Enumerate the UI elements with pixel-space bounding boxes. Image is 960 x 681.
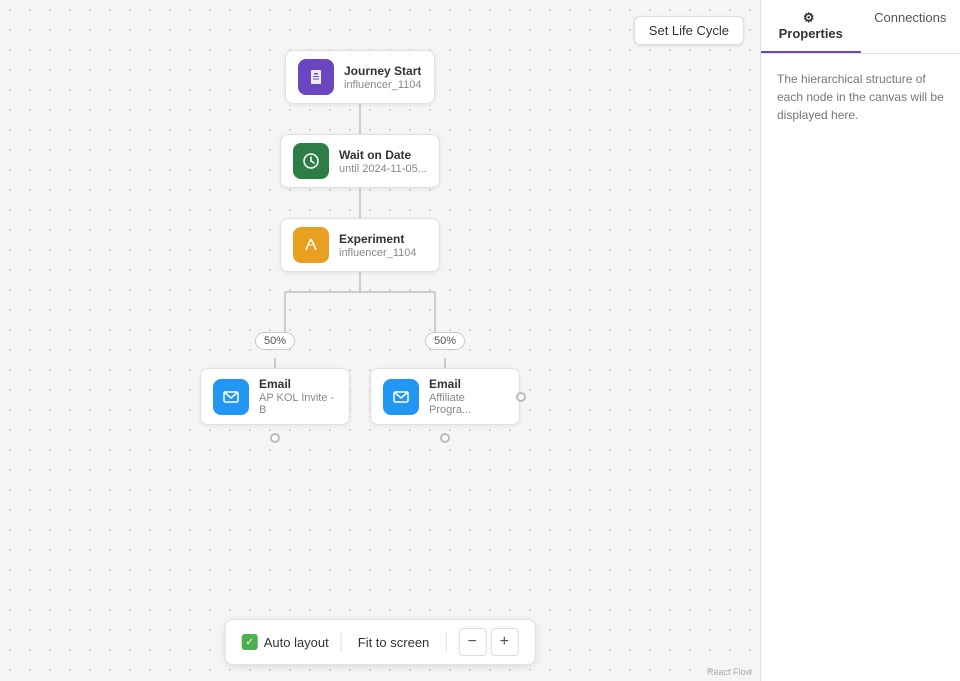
email-left-subtitle: AP KOL Invite - B (259, 392, 337, 416)
right-branch: 50% Email Affiliate Progra... (370, 332, 520, 443)
branch-section: 50% Email AP KOL Invite - B (200, 272, 520, 443)
journey-start-text: Journey Start influencer_1104 (344, 64, 421, 91)
journey-start-icon (298, 59, 334, 95)
journey-start-node[interactable]: Journey Start influencer_1104 (285, 50, 435, 104)
auto-layout-control: ✓ Auto layout (242, 634, 329, 650)
zoom-in-button[interactable]: + (490, 628, 518, 656)
journey-start-title: Journey Start (344, 64, 421, 78)
email-left-node[interactable]: Email AP KOL Invite - B (200, 368, 350, 425)
experiment-node[interactable]: Experiment influencer_1104 (280, 218, 440, 272)
right-percent-badge: 50% (425, 332, 465, 350)
connector-2 (359, 188, 361, 218)
top-toolbar: Set Life Cycle (634, 16, 744, 45)
email-left-title: Email (259, 377, 337, 391)
email-right-node[interactable]: Email Affiliate Progra... (370, 368, 520, 425)
tab-properties[interactable]: ⚙ Properties (761, 0, 861, 53)
wait-on-date-node[interactable]: Wait on Date until 2024-11-05... (280, 134, 440, 188)
fit-screen-button[interactable]: Fit to screen (354, 633, 434, 652)
panel-content: The hierarchical structure of each node … (761, 54, 960, 140)
set-lifecycle-button[interactable]: Set Life Cycle (634, 16, 744, 45)
properties-icon: ⚙ (803, 10, 815, 26)
left-endpoint (270, 433, 280, 443)
bottom-toolbar: ✓ Auto layout Fit to screen − + (225, 619, 536, 665)
email-left-icon (213, 379, 249, 415)
toolbar-divider (341, 632, 342, 652)
wait-on-date-subtitle: until 2024-11-05... (339, 163, 427, 175)
email-right-title: Email (429, 377, 507, 391)
wait-on-date-icon (293, 143, 329, 179)
right-node-endpoint (516, 392, 526, 402)
journey-start-subtitle: influencer_1104 (344, 79, 421, 91)
right-panel: ⚙ Properties Connections The hierarchica… (760, 0, 960, 681)
wait-on-date-title: Wait on Date (339, 148, 427, 162)
tab-connections-label: Connections (874, 10, 946, 25)
branch-nodes-row: 50% Email AP KOL Invite - B (200, 332, 520, 443)
auto-layout-checkbox[interactable]: ✓ (242, 634, 258, 650)
email-right-icon (383, 379, 419, 415)
panel-empty-message: The hierarchical structure of each node … (777, 72, 944, 122)
email-right-subtitle: Affiliate Progra... (429, 392, 507, 416)
flow-diagram: Journey Start influencer_1104 Wait on Da… (200, 50, 520, 443)
connector-1 (359, 104, 361, 134)
left-connector (274, 358, 276, 368)
experiment-icon (293, 227, 329, 263)
experiment-text: Experiment influencer_1104 (339, 232, 416, 259)
experiment-subtitle: influencer_1104 (339, 247, 416, 259)
left-percent-badge: 50% (255, 332, 295, 350)
zoom-controls: − + (458, 628, 518, 656)
canvas-area[interactable]: Set Life Cycle Journey Start influencer_… (0, 0, 760, 681)
tab-properties-label: Properties (779, 26, 843, 41)
experiment-title: Experiment (339, 232, 416, 246)
auto-layout-label: Auto layout (264, 635, 329, 650)
right-connector (444, 358, 446, 368)
email-right-text: Email Affiliate Progra... (429, 377, 507, 416)
left-branch: 50% Email AP KOL Invite - B (200, 332, 350, 443)
email-left-text: Email AP KOL Invite - B (259, 377, 337, 416)
right-endpoint (440, 433, 450, 443)
react-flow-watermark: React Flow (707, 667, 752, 677)
toolbar-divider-2 (445, 632, 446, 652)
zoom-out-button[interactable]: − (458, 628, 486, 656)
panel-tabs: ⚙ Properties Connections (761, 0, 960, 54)
wait-on-date-text: Wait on Date until 2024-11-05... (339, 148, 427, 175)
tab-connections[interactable]: Connections (861, 0, 960, 53)
